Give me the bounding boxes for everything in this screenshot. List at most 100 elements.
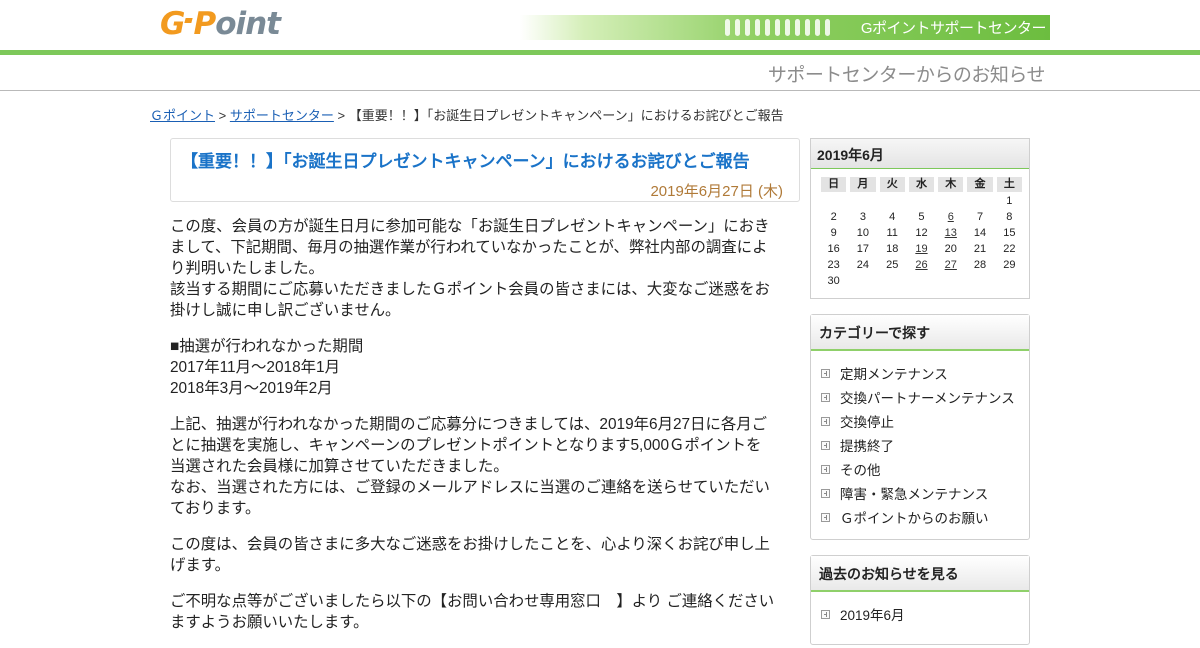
article-line: とに抽選を実施し、キャンペーンのプレゼントポイントとなります5,000Ｇポイント… — [170, 437, 762, 454]
calendar-day — [878, 193, 907, 209]
archive-item-label: 2019年6月 — [840, 608, 905, 623]
calendar-day — [936, 193, 965, 209]
calendar-widget: 2019年6月 日月火水木金土 1 2 3 4 5 6 7 8 9 10 11 12 13 14 15 16 17… — [810, 138, 1030, 299]
article-line: 掛けし誠に申し訳ございません。 — [170, 302, 401, 319]
calendar-day — [907, 273, 936, 289]
breadcrumb-link-gpoint[interactable]: Ｇポイント — [150, 108, 215, 123]
calendar-day — [995, 273, 1024, 289]
calendar-day: 7 — [976, 211, 984, 223]
article-title: 【重要！！】「お誕生日プレゼントキャンペーン」におけるお詫びとご報告 — [181, 152, 750, 171]
calendar-day — [907, 193, 936, 209]
support-center-banner[interactable]: Gポイントサポートセンター — [520, 15, 1050, 40]
category-panel: カテゴリーで探す 定期メンテナンス 交換パートナーメンテナンス 交換停止 提携終了 その… — [810, 314, 1030, 540]
calendar-day: 4 — [889, 211, 896, 223]
calendar-day: 3 — [859, 211, 866, 223]
article-paragraph: この度、会員の方が誕生日月に参加可能な「お誕生日プレゼントキャンペーン」におきま… — [170, 216, 798, 321]
plus-box-icon — [821, 392, 830, 402]
breadcrumb-current: 【重要！！】「お誕生日プレゼントキャンペーン」におけるお詫びとご報告 — [348, 108, 784, 123]
calendar-day: 22 — [1003, 243, 1016, 255]
article-line: ■抽選が行われなかった期間 — [170, 338, 364, 355]
banner-stripes-decoration — [725, 19, 830, 36]
calendar-day — [878, 273, 907, 289]
calendar-day: 17 — [856, 243, 870, 255]
site-header: G Point Gポイントサポートセンター — [0, 0, 1200, 50]
category-item[interactable]: 交換パートナーメンテナンス — [821, 385, 1029, 409]
archive-panel: 過去のお知らせを見る 2019年6月 — [810, 555, 1030, 645]
calendar-week-row: 9 10 11 12 13 14 15 — [819, 225, 1024, 241]
calendar-day: 24 — [856, 259, 870, 271]
calendar-day: 16 — [827, 243, 840, 255]
calendar-week-row: 23 24 25 26 27 28 29 — [819, 257, 1024, 273]
calendar-day: 2 — [830, 211, 837, 223]
article-paragraph: 上記、抽選が行われなかった期間のご応募分につきましては、2019年6月27日に各… — [170, 414, 798, 519]
calendar-weekday: 土 — [996, 177, 1022, 192]
article-line: 2017年11月～2018年1月 — [170, 359, 340, 376]
calendar-weekday-row: 日月火水木金土 — [819, 177, 1024, 193]
category-item[interactable]: Ｇポイントからのお願い — [821, 505, 1029, 529]
calendar-day: 6 — [936, 209, 965, 225]
calendar-weekday: 日 — [821, 177, 847, 192]
calendar-day-link[interactable]: 26 — [915, 259, 927, 271]
article-line: 当選された会員様に加算させていただきました。 — [170, 458, 509, 475]
breadcrumb: Ｇポイント > サポートセンター > 【重要！！】「お誕生日プレゼントキャンペー… — [150, 105, 784, 124]
calendar-day: 26 — [907, 257, 936, 273]
plus-box-icon — [821, 609, 830, 619]
calendar-day-link[interactable]: 27 — [945, 259, 957, 271]
category-item[interactable]: 障害・緊急メンテナンス — [821, 481, 1029, 505]
category-list: 定期メンテナンス 交換パートナーメンテナンス 交換停止提携終了その他障害・緊急メンテ… — [811, 351, 1029, 529]
calendar-day-link[interactable]: 13 — [945, 227, 957, 239]
calendar-day-link[interactable]: 6 — [948, 211, 954, 223]
calendar-title: 2019年6月 — [811, 139, 1029, 169]
article-date: 2019年6月27日 (木) — [650, 183, 783, 200]
archive-panel-title: 過去のお知らせを見る — [811, 556, 1029, 592]
calendar-day: 27 — [936, 257, 965, 273]
calendar-day: 11 — [886, 227, 898, 239]
gpoint-logo[interactable]: G Point — [160, 6, 281, 42]
calendar-day — [965, 273, 994, 289]
category-item[interactable]: 定期メンテナンス — [821, 361, 1029, 385]
calendar-day-link[interactable]: 19 — [915, 243, 927, 255]
article-line: まして、下記期間、毎月の抽選作業が行われていなかったことが、弊社内部の調査によ — [170, 239, 768, 256]
logo-dash — [184, 17, 194, 23]
calendar-week-row: 16 17 18 19 20 21 22 — [819, 241, 1024, 257]
plus-box-icon — [821, 512, 830, 522]
archive-item[interactable]: 2019年6月 — [821, 602, 1029, 626]
article-line: り判明いたしました。 — [170, 260, 324, 277]
article-header-box: 【重要！！】「お誕生日プレゼントキャンペーン」におけるお詫びとご報告 2019年… — [170, 138, 800, 202]
plus-box-icon — [821, 464, 830, 474]
category-item-label: 障害・緊急メンテナンス — [840, 487, 989, 502]
category-item[interactable]: 提携終了 — [821, 433, 1029, 457]
calendar-weekday: 木 — [938, 177, 964, 192]
article-paragraph: この度は、会員の皆さまに多大なご迷惑をお掛けしたことを、心より深くお詫び申し上げ… — [170, 534, 798, 576]
plus-box-icon — [821, 416, 830, 426]
breadcrumb-separator: > — [218, 108, 227, 123]
calendar-day: 18 — [886, 243, 899, 255]
calendar-day: 9 — [830, 227, 837, 239]
calendar-day: 29 — [1003, 259, 1016, 271]
section-subbar: サポートセンターからのお知らせ — [0, 55, 1200, 91]
category-item[interactable]: その他 — [821, 457, 1029, 481]
calendar-day: 8 — [1006, 211, 1013, 223]
calendar-grid: 日月火水木金土 1 2 3 4 5 6 7 8 9 10 11 12 13 14 15 16 17 18 19 20 21… — [819, 177, 1024, 289]
calendar-day: 30 — [827, 275, 840, 287]
article-line: なお、当選された方には、ご登録のメールアドレスに当選のご連絡を送らせていただい — [170, 479, 770, 496]
calendar-week-row: 1 — [819, 193, 1024, 209]
breadcrumb-separator: > — [337, 108, 346, 123]
article-line: ご不明な点等がございましたら以下の【お問い合わせ専用窓口 】より ご連絡ください — [170, 593, 775, 610]
article-line: この度、会員の方が誕生日月に参加可能な「お誕生日プレゼントキャンペーン」におき — [170, 218, 770, 235]
calendar-weekday: 月 — [850, 177, 876, 192]
category-item[interactable]: 交換停止 — [821, 409, 1029, 433]
plus-box-icon — [821, 440, 830, 450]
breadcrumb-link-support-center[interactable]: サポートセンター — [230, 108, 334, 123]
calendar-week-row: 2 3 4 5 6 7 8 — [819, 209, 1024, 225]
category-item-label: 提携終了 — [840, 439, 894, 454]
calendar-week-row: 30 — [819, 273, 1024, 289]
article-line: 該当する期間にご応募いただきましたＧポイント会員の皆さまには、大変なご迷惑をお — [170, 281, 770, 298]
plus-box-icon — [821, 488, 830, 498]
calendar-day: 10 — [856, 227, 870, 239]
plus-box-icon — [821, 368, 830, 378]
calendar-day: 12 — [915, 227, 928, 239]
calendar-day: 13 — [936, 225, 965, 241]
calendar-day — [965, 193, 994, 209]
article-paragraph: ■抽選が行われなかった期間 2017年11月～2018年1月 2018年3月～201… — [170, 336, 798, 399]
